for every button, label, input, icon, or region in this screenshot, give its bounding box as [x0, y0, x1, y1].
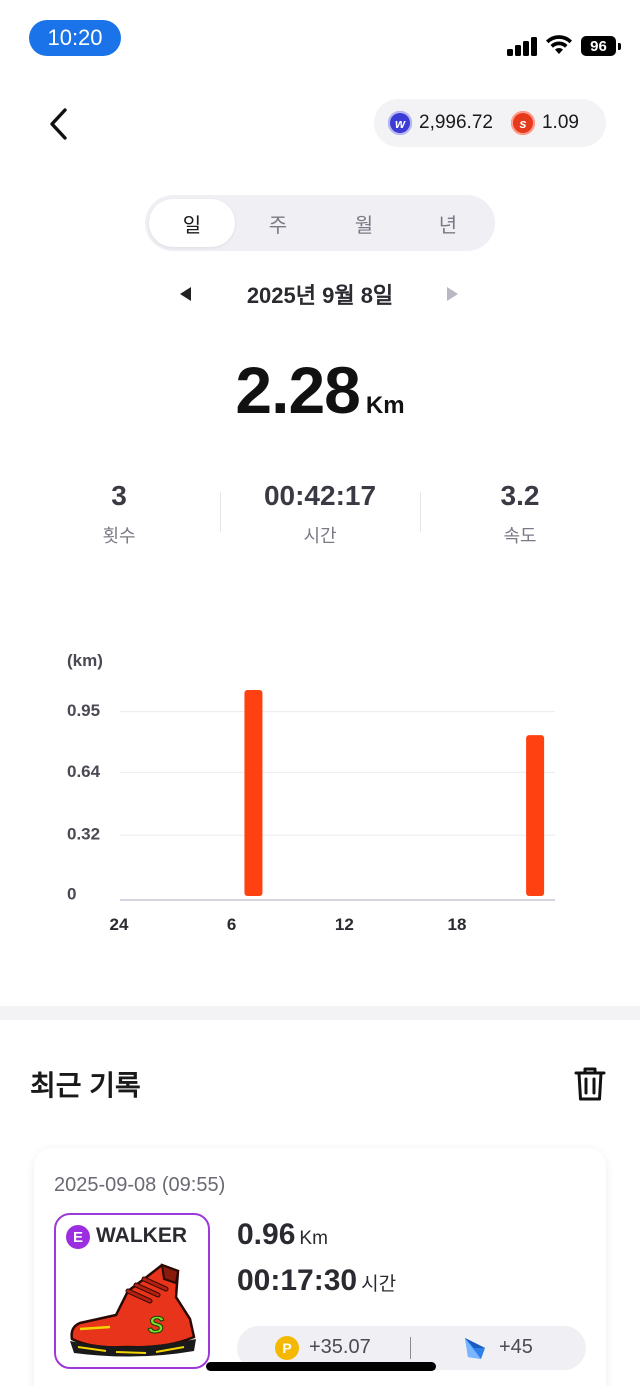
cellular-signal-icon — [507, 36, 539, 56]
next-date-button[interactable] — [442, 284, 462, 304]
back-button[interactable] — [38, 100, 78, 148]
record-duration-value: 00:17:30 — [237, 1264, 358, 1297]
record-card[interactable]: 2025-09-08 (09:55) E WALKER S 0.96 Km 00:… — [34, 1148, 606, 1386]
stat-count-label: 횟수 — [102, 526, 136, 546]
record-distance-value: 0.96 — [237, 1218, 296, 1251]
token-balance-pill[interactable]: w 2,996.72 s 1.09 — [374, 99, 606, 147]
s-token-icon: s — [510, 111, 535, 135]
status-bar: 10:20 96 — [0, 0, 640, 70]
y-tick-label: 0.95 — [67, 701, 100, 720]
shoe-grade-badge: E — [66, 1225, 90, 1249]
x-tick-label: 12 — [335, 915, 354, 934]
trash-icon — [574, 1067, 606, 1101]
tab-year[interactable]: 년 — [405, 199, 491, 247]
record-distance: 0.96 Km — [237, 1218, 328, 1252]
recent-records-title: 최근 기록 — [30, 1070, 141, 1101]
home-indicator — [206, 1362, 436, 1371]
stat-count: 3 횟수 — [19, 480, 219, 548]
record-distance-unit: Km — [299, 1228, 328, 1249]
point-coin-icon: P — [275, 1336, 299, 1360]
record-datetime: 2025-09-08 (09:55) — [54, 1174, 226, 1196]
status-time: 10:20 — [29, 20, 121, 56]
y-tick-label: 0 — [67, 884, 76, 903]
x-tick-label: 18 — [448, 915, 467, 934]
sneaker-icon: S — [70, 1263, 196, 1357]
point-reward: +35.07 — [309, 1336, 371, 1358]
stat-time-value: 00:42:17 — [263, 480, 377, 511]
date-label: 2025년 9월 8일 — [246, 283, 394, 308]
chart-bar — [526, 735, 545, 896]
s-token-balance: 1.09 — [541, 112, 579, 133]
y-tick-label: 0.64 — [67, 762, 101, 781]
distance-value: 2.28 — [235, 353, 360, 427]
stat-time: 00:42:17 시간 — [220, 480, 420, 548]
y-axis-unit-label: (km) — [67, 651, 103, 670]
record-duration: 00:17:30 시간 — [237, 1264, 396, 1298]
chevron-left-icon — [50, 108, 67, 140]
battery-level: 96 — [581, 36, 616, 56]
reward-divider — [410, 1337, 411, 1359]
chart-bar — [244, 690, 263, 896]
section-divider — [0, 1006, 640, 1020]
total-distance: 2.28 Km — [0, 352, 640, 428]
previous-date-button[interactable] — [176, 284, 196, 304]
tab-month[interactable]: 월 — [321, 199, 407, 247]
stat-count-value: 3 — [111, 480, 127, 511]
stat-speed: 3.2 속도 — [420, 480, 620, 548]
record-duration-unit: 시간 — [361, 1274, 397, 1295]
y-tick-label: 0.32 — [67, 825, 100, 844]
wifi-icon — [546, 35, 572, 54]
tab-day[interactable]: 일 — [149, 199, 235, 247]
delete-button[interactable] — [570, 1064, 610, 1104]
distance-unit: Km — [365, 392, 405, 419]
period-tabs: 일 주 월 년 — [145, 195, 495, 251]
w-token-balance: 2,996.72 — [419, 112, 493, 133]
x-tick-label: 6 — [227, 915, 236, 934]
gem-reward: +45 — [499, 1336, 533, 1358]
stat-speed-value: 3.2 — [500, 480, 540, 511]
tab-week[interactable]: 주 — [235, 199, 321, 247]
shoe-card: E WALKER S — [54, 1213, 210, 1369]
gem-icon — [465, 1338, 485, 1359]
battery-icon: 96 — [581, 36, 621, 56]
shoe-type: WALKER — [96, 1224, 187, 1247]
x-tick-label: 24 — [110, 915, 129, 934]
w-token-icon: w — [388, 111, 412, 135]
stat-speed-label: 속도 — [503, 526, 537, 546]
svg-text:S: S — [148, 1312, 164, 1339]
distance-bar-chart: (km) 0.95 0.64 0.32 0 24 6 12 18 — [67, 651, 555, 934]
stat-time-label: 시간 — [303, 526, 337, 546]
